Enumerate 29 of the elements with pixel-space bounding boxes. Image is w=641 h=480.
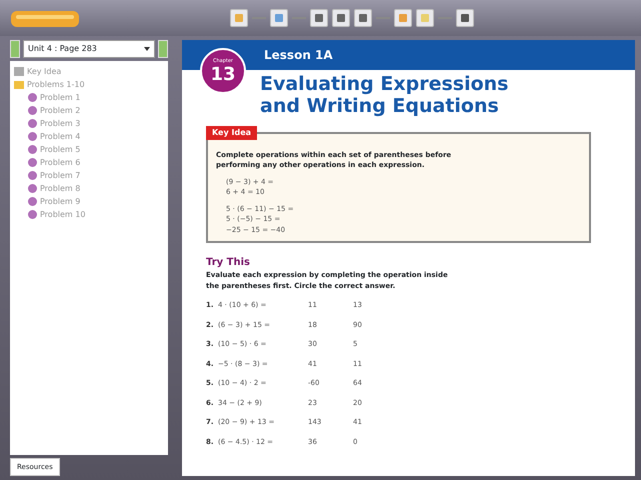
zoom-in-button[interactable]	[310, 9, 328, 27]
key-idea-heading: Key Idea	[206, 126, 258, 140]
tree-item[interactable]: Problem 7	[40, 170, 80, 182]
tree-item[interactable]: Problem 8	[40, 182, 80, 194]
tree-item[interactable]: Problems 1-10	[27, 78, 85, 90]
tree-item[interactable]: Problem 6	[40, 156, 80, 168]
lesson-title: Evaluating Expressions and Writing Equations	[260, 74, 508, 118]
printer-button[interactable]	[456, 9, 474, 27]
folder-button[interactable]	[394, 9, 412, 27]
search-button[interactable]	[354, 9, 372, 27]
page-select[interactable]: Unit 4 : Page 283	[23, 40, 155, 58]
tree-item[interactable]: Problem 10	[40, 208, 86, 220]
tree-item[interactable]: Problem 2	[40, 104, 80, 116]
tree-item[interactable]: Problem 5	[40, 144, 80, 156]
tree-item[interactable]: Problem 1	[40, 92, 80, 104]
try-this-heading: Try This	[206, 256, 251, 270]
tree-item[interactable]: Problem 9	[40, 196, 80, 208]
page-button[interactable]	[270, 9, 288, 27]
document-button[interactable]	[416, 9, 434, 27]
previous-page-button[interactable]	[10, 40, 20, 58]
chapter-number: 13	[210, 66, 236, 84]
tree-item[interactable]: Key Idea	[27, 66, 62, 78]
next-page-button[interactable]	[158, 40, 168, 58]
lesson-label: Lesson 1A	[264, 47, 333, 64]
tree-item[interactable]: Problem 4	[40, 130, 80, 142]
tree-item[interactable]: Problem 3	[40, 118, 80, 130]
zoom-out-button[interactable]	[332, 9, 350, 27]
caret-icon	[144, 47, 150, 51]
note-button[interactable]	[230, 9, 248, 27]
